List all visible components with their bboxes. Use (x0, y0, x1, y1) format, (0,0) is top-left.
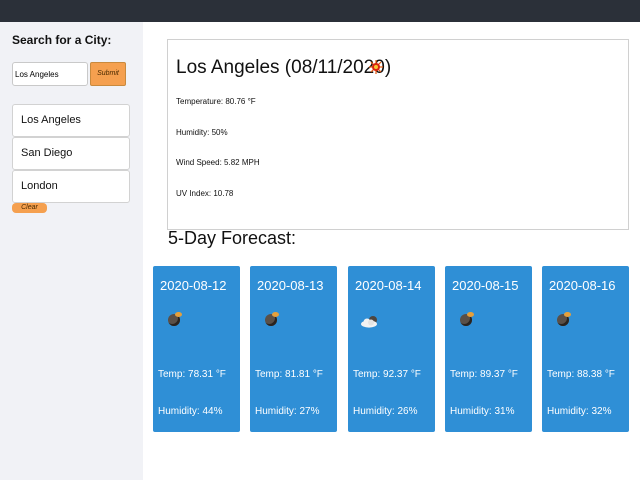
forecast-date: 2020-08-13 (257, 278, 324, 293)
forecast-humidity: Humidity: 31% (450, 406, 515, 417)
sidebar (0, 22, 143, 480)
current-temperature: Temperature: 80.76 °F (176, 97, 256, 106)
night-icon (557, 312, 571, 328)
history-item[interactable]: London (12, 170, 130, 203)
night-icon (168, 312, 182, 328)
current-humidity: Humidity: 50% (176, 128, 228, 137)
forecast-card: 2020-08-12 Temp: 78.31 °F Humidity: 44% (153, 266, 240, 432)
submit-button[interactable]: Submit (90, 62, 126, 86)
current-wind-speed: Wind Speed: 5.82 MPH (176, 158, 260, 167)
city-search-input[interactable] (12, 62, 88, 86)
current-weather-panel: Los Angeles (08/11/2020) Temperature: 80… (167, 39, 629, 230)
forecast-temp: Temp: 92.37 °F (353, 369, 421, 380)
forecast-date: 2020-08-16 (549, 278, 616, 293)
current-city-title: Los Angeles (08/11/2020) (176, 57, 392, 78)
forecast-date: 2020-08-14 (355, 278, 422, 293)
sun-icon (369, 60, 383, 74)
history-item[interactable]: Los Angeles (12, 104, 130, 137)
forecast-date: 2020-08-12 (160, 278, 227, 293)
top-bar (0, 0, 640, 22)
search-title: Search for a City: (12, 33, 112, 47)
forecast-title: 5-Day Forecast: (168, 228, 297, 248)
current-uv-index: UV Index: 10.78 (176, 189, 234, 198)
night-icon (265, 312, 279, 328)
forecast-card: 2020-08-15 Temp: 89.37 °F Humidity: 31% (445, 266, 532, 432)
forecast-card: 2020-08-16 Temp: 88.38 °F Humidity: 32% (542, 266, 629, 432)
forecast-temp: Temp: 89.37 °F (450, 369, 518, 380)
forecast-date: 2020-08-15 (452, 278, 519, 293)
forecast-temp: Temp: 88.38 °F (547, 369, 615, 380)
history-item[interactable]: San Diego (12, 137, 130, 170)
forecast-humidity: Humidity: 32% (547, 406, 612, 417)
clear-button[interactable]: Clear (12, 203, 47, 213)
forecast-temp: Temp: 81.81 °F (255, 369, 323, 380)
forecast-humidity: Humidity: 27% (255, 406, 320, 417)
forecast-humidity: Humidity: 44% (158, 406, 223, 417)
forecast-card: 2020-08-13 Temp: 81.81 °F Humidity: 27% (250, 266, 337, 432)
search-history-list: Los Angeles San Diego London (12, 104, 130, 203)
forecast-humidity: Humidity: 26% (353, 406, 418, 417)
forecast-temp: Temp: 78.31 °F (158, 369, 226, 380)
night-icon (460, 312, 474, 328)
cloudy-night-icon (360, 314, 377, 328)
forecast-card: 2020-08-14 Temp: 92.37 °F Humidity: 26% (348, 266, 435, 432)
